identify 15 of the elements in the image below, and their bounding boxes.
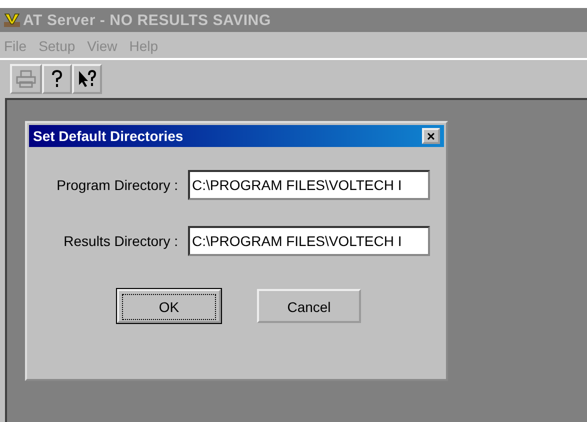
dialog-title: Set Default Directories — [33, 128, 184, 144]
window-title: AT Server - NO RESULTS SAVING — [23, 12, 271, 28]
help-button[interactable] — [42, 64, 72, 94]
pointer-question-icon — [77, 70, 97, 88]
app-logo-icon — [3, 12, 21, 28]
field-label: Results Directory : — [64, 233, 178, 249]
directory-field[interactable]: C:\PROGRAM FILES\VOLTECH I — [188, 170, 430, 200]
question-mark-icon — [51, 70, 63, 88]
context-help-button[interactable] — [72, 64, 102, 94]
directory-field[interactable]: C:\PROGRAM FILES\VOLTECH I — [188, 226, 430, 256]
printer-icon — [16, 70, 36, 88]
field-label: Program Directory : — [56, 177, 178, 193]
close-button[interactable]: × — [422, 128, 440, 144]
ok-button[interactable]: OK — [117, 289, 221, 323]
cancel-button[interactable]: Cancel — [257, 289, 361, 323]
